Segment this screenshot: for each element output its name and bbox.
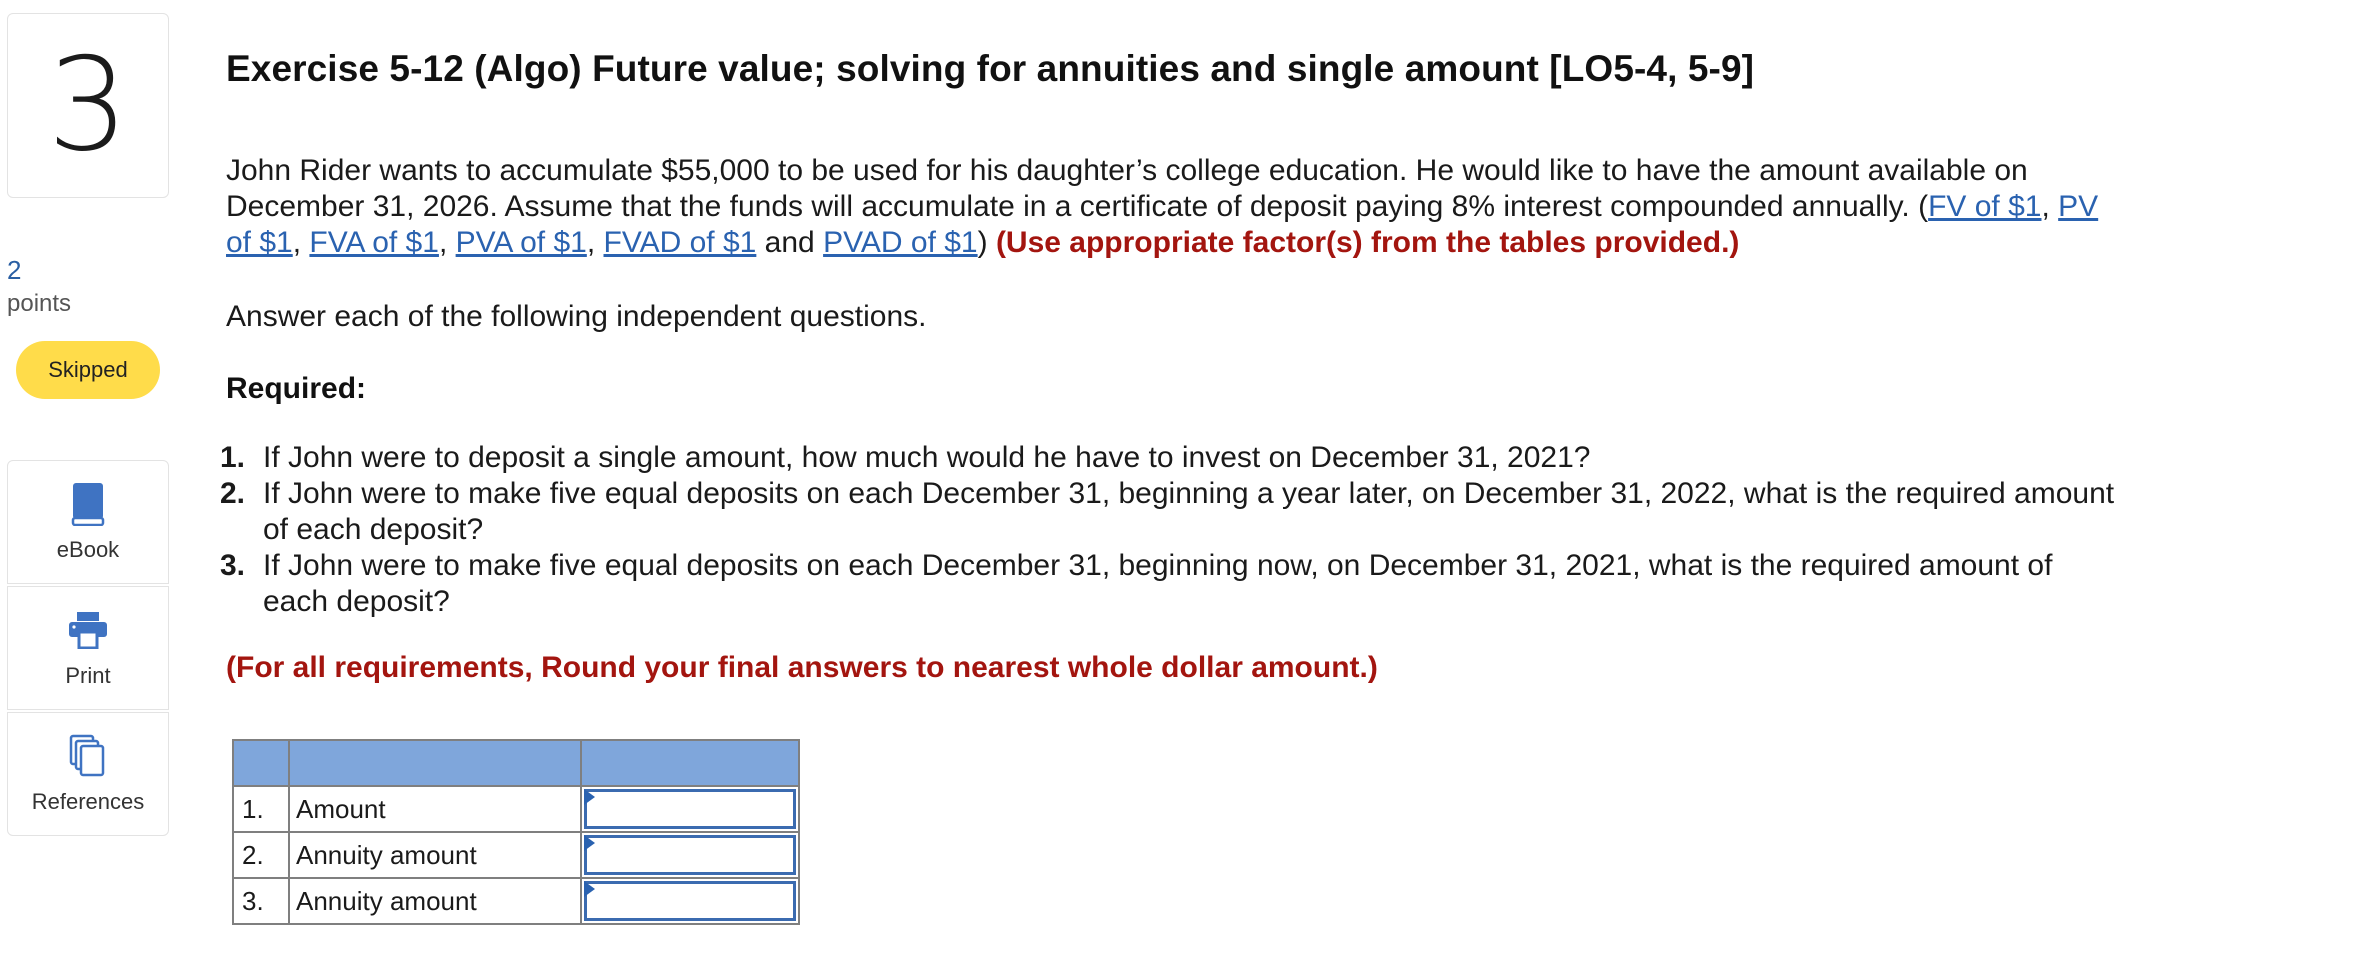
row-number: 2. [232,831,290,879]
table-row: 2. Annuity amount [232,831,800,879]
ebook-button[interactable]: eBook [7,460,169,584]
references-button[interactable]: References [7,712,169,836]
print-label: Print [65,663,111,688]
row-label: Amount [288,785,582,833]
table-header-row [232,739,800,787]
references-label: References [31,789,145,814]
exercise-title: Exercise 5-12 (Algo) Future value; solvi… [226,48,1755,89]
link-fva-of-1[interactable]: FVA of $1 [309,226,439,259]
link-fvad-of-1[interactable]: FVAD of $1 [604,226,757,259]
points-label: points [7,290,72,317]
amount-cell [580,877,800,925]
amount-input[interactable] [584,789,796,829]
ebook-label: eBook [56,537,120,562]
requirement-item: 2. If John were to make five equal deposi… [220,477,2115,546]
answer-instruction: Answer each of the following independent… [226,300,927,333]
required-heading: Required: [226,372,367,405]
annuity-amount-input-2[interactable] [584,835,796,875]
link-pva-of-1[interactable]: PVA of $1 [456,226,587,259]
table-instruction: (Use appropriate factor(s) from the tabl… [995,226,1740,259]
link-fv-of-1[interactable]: FV of $1 [1928,190,2041,223]
link-pvad-of-1[interactable]: PVAD of $1 [823,226,978,259]
amount-cell [580,785,800,833]
question-number: 3 [47,30,129,180]
book-icon [71,481,105,527]
table-row: 1. Amount [232,785,800,833]
row-label: Annuity amount [288,831,582,879]
print-button[interactable]: Print [7,586,169,710]
requirements-list: 1. If John were to deposit a single amoun… [220,440,2120,620]
question-number-box: 3 [7,13,169,198]
points-value: 2 [7,255,22,285]
input-flag-icon [584,789,595,805]
annuity-amount-input-3[interactable] [584,881,796,921]
row-number: 1. [232,785,290,833]
problem-statement: John Rider wants to accumulate $55,000 t… [226,154,2099,259]
requirement-item: 1. If John were to deposit a single amoun… [220,441,1591,474]
row-number: 3. [232,877,290,925]
amount-cell [580,831,800,879]
answer-table: 1. Amount 2. Annuity amount 3. Annuity a… [232,739,800,925]
requirement-item: 3. If John were to make five equal deposi… [220,549,2053,618]
rounding-instruction: (For all requirements, Round your final … [226,651,1378,684]
input-flag-icon [584,835,595,851]
printer-icon [68,607,108,653]
row-label: Annuity amount [288,877,582,925]
input-flag-icon [584,881,595,897]
copy-pages-icon [69,733,107,779]
status-badge: Skipped [16,341,160,399]
table-row: 3. Annuity amount [232,877,800,925]
intro-text: John Rider wants to accumulate $55,000 t… [226,154,2028,223]
